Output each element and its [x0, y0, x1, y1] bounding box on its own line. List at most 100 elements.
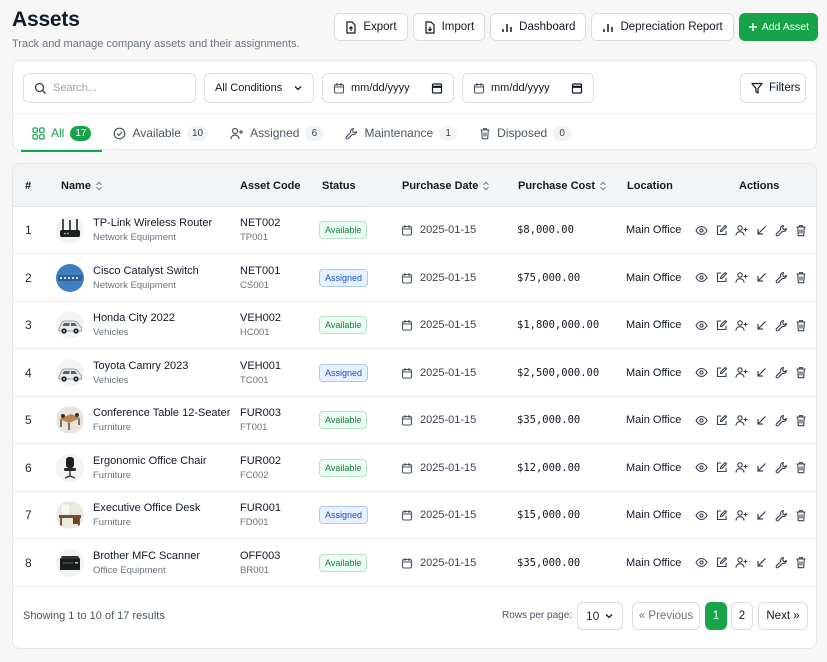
return-arrow-icon[interactable] [754, 508, 768, 522]
return-arrow-icon[interactable] [754, 556, 768, 570]
wrench-icon[interactable] [774, 223, 788, 237]
sort-icon [599, 181, 607, 191]
depreciation-report-button[interactable]: Depreciation Report [591, 13, 734, 41]
calendar-icon [401, 367, 413, 379]
edit-icon[interactable] [714, 508, 728, 522]
eye-icon[interactable] [694, 366, 708, 380]
tab-available[interactable]: Available 10 [102, 115, 219, 151]
rows-per-page-select[interactable]: 10 [577, 602, 623, 630]
add-asset-button[interactable]: Add Asset [738, 13, 818, 41]
tab-all[interactable]: All 17 [21, 115, 103, 152]
table-row[interactable]: 1 TP-Link Wireless Router Network Equipmen… [13, 207, 816, 254]
table-row[interactable]: 6 Ergonomic Office Chair Furniture FUR002 FC… [13, 445, 816, 492]
return-arrow-icon[interactable] [754, 413, 768, 427]
page-1-button[interactable]: 1 [705, 602, 727, 630]
eye-icon[interactable] [694, 556, 708, 570]
edit-icon[interactable] [714, 318, 728, 332]
tab-disposed[interactable]: Disposed 0 [468, 115, 582, 151]
asset-tag: BR001 [240, 564, 270, 576]
return-arrow-icon[interactable] [754, 366, 768, 380]
date-to-input[interactable]: mm/dd/yyyy [462, 73, 594, 103]
edit-icon[interactable] [714, 223, 728, 237]
rows-per-page-value: 10 [586, 609, 600, 623]
edit-icon[interactable] [714, 461, 728, 475]
trash-icon[interactable] [794, 461, 808, 475]
eye-icon[interactable] [694, 461, 708, 475]
asset-name[interactable]: Cisco Catalyst Switch [93, 265, 199, 277]
wrench-icon[interactable] [774, 413, 788, 427]
status-badge: Available [319, 316, 368, 334]
assign-user-icon[interactable] [734, 366, 748, 380]
assign-user-icon[interactable] [734, 318, 748, 332]
return-arrow-icon[interactable] [754, 271, 768, 285]
edit-icon[interactable] [714, 556, 728, 570]
trash-icon[interactable] [794, 318, 808, 332]
export-button[interactable]: Export [334, 13, 408, 41]
assign-user-icon[interactable] [734, 508, 748, 522]
header-name[interactable]: Name [61, 164, 103, 207]
eye-icon[interactable] [694, 271, 708, 285]
previous-page-button[interactable]: « Previous [632, 602, 700, 630]
wrench-icon[interactable] [774, 461, 788, 475]
return-arrow-icon[interactable] [754, 223, 768, 237]
asset-name[interactable]: Executive Office Desk [93, 502, 200, 514]
asset-name[interactable]: TP-Link Wireless Router [93, 217, 212, 229]
car-icon [56, 311, 84, 339]
asset-name[interactable]: Honda City 2022 [93, 312, 175, 324]
filters-button[interactable]: Filters [740, 73, 806, 103]
trash-icon[interactable] [794, 556, 808, 570]
date-from-input[interactable]: mm/dd/yyyy [322, 73, 454, 103]
eye-icon[interactable] [694, 223, 708, 237]
search-input[interactable]: Search... [23, 73, 196, 103]
wrench-icon[interactable] [774, 508, 788, 522]
header-purchase-cost[interactable]: Purchase Cost [518, 164, 607, 207]
table-row[interactable]: 4 Toyota Camry 2023 Vehicles VEH001 TC001 Ass… [13, 350, 816, 397]
date-to-value: mm/dd/yyyy [491, 82, 550, 94]
eye-icon[interactable] [694, 413, 708, 427]
tab-maintenance[interactable]: Maintenance 1 [334, 115, 468, 151]
assign-user-icon[interactable] [734, 271, 748, 285]
trash-icon[interactable] [794, 366, 808, 380]
edit-icon[interactable] [714, 271, 728, 285]
calendar-picker-icon[interactable] [571, 82, 583, 94]
wrench-icon[interactable] [774, 366, 788, 380]
condition-select[interactable]: All Conditions [204, 73, 314, 103]
asset-code: VEH002 [240, 312, 281, 324]
asset-name[interactable]: Brother MFC Scanner [93, 550, 200, 562]
table-row[interactable]: 8 Brother MFC Scanner Office Equipment OFF0… [13, 540, 816, 587]
return-arrow-icon[interactable] [754, 318, 768, 332]
next-page-button[interactable]: Next » [758, 602, 808, 630]
edit-icon[interactable] [714, 366, 728, 380]
return-arrow-icon[interactable] [754, 461, 768, 475]
wrench-icon[interactable] [774, 271, 788, 285]
tab-assigned[interactable]: Assigned 6 [219, 115, 334, 151]
trash-icon[interactable] [794, 223, 808, 237]
eye-icon[interactable] [694, 508, 708, 522]
header-purchase-date[interactable]: Purchase Date [402, 164, 490, 207]
assign-user-icon[interactable] [734, 413, 748, 427]
trash-icon[interactable] [794, 413, 808, 427]
page-2-button[interactable]: 2 [731, 602, 753, 630]
table-row[interactable]: 5 Conference Table 12-Seater Furniture FUR0… [13, 397, 816, 444]
assign-user-icon[interactable] [734, 556, 748, 570]
import-button[interactable]: Import [412, 13, 486, 41]
asset-name[interactable]: Conference Table 12-Seater [93, 407, 230, 419]
wrench-icon [345, 127, 358, 140]
table-row[interactable]: 3 Honda City 2022 Vehicles VEH002 HC001 Avail… [13, 302, 816, 349]
trash-icon[interactable] [794, 508, 808, 522]
assign-user-icon[interactable] [734, 223, 748, 237]
calendar-picker-icon[interactable] [431, 82, 443, 94]
eye-icon[interactable] [694, 318, 708, 332]
table-row[interactable]: 2 Cisco Catalyst Switch Network Equipment N… [13, 255, 816, 302]
purchase-date-cell: 2025-01-15 [401, 255, 476, 301]
wrench-icon[interactable] [774, 556, 788, 570]
trash-icon[interactable] [794, 271, 808, 285]
table-row[interactable]: 7 Executive Office Desk Furniture FUR001 FD0… [13, 492, 816, 539]
wrench-icon[interactable] [774, 318, 788, 332]
condition-value: All Conditions [215, 82, 283, 94]
assign-user-icon[interactable] [734, 461, 748, 475]
dashboard-button[interactable]: Dashboard [490, 13, 587, 41]
edit-icon[interactable] [714, 413, 728, 427]
asset-name[interactable]: Toyota Camry 2023 [93, 360, 188, 372]
asset-name[interactable]: Ergonomic Office Chair [93, 455, 207, 467]
